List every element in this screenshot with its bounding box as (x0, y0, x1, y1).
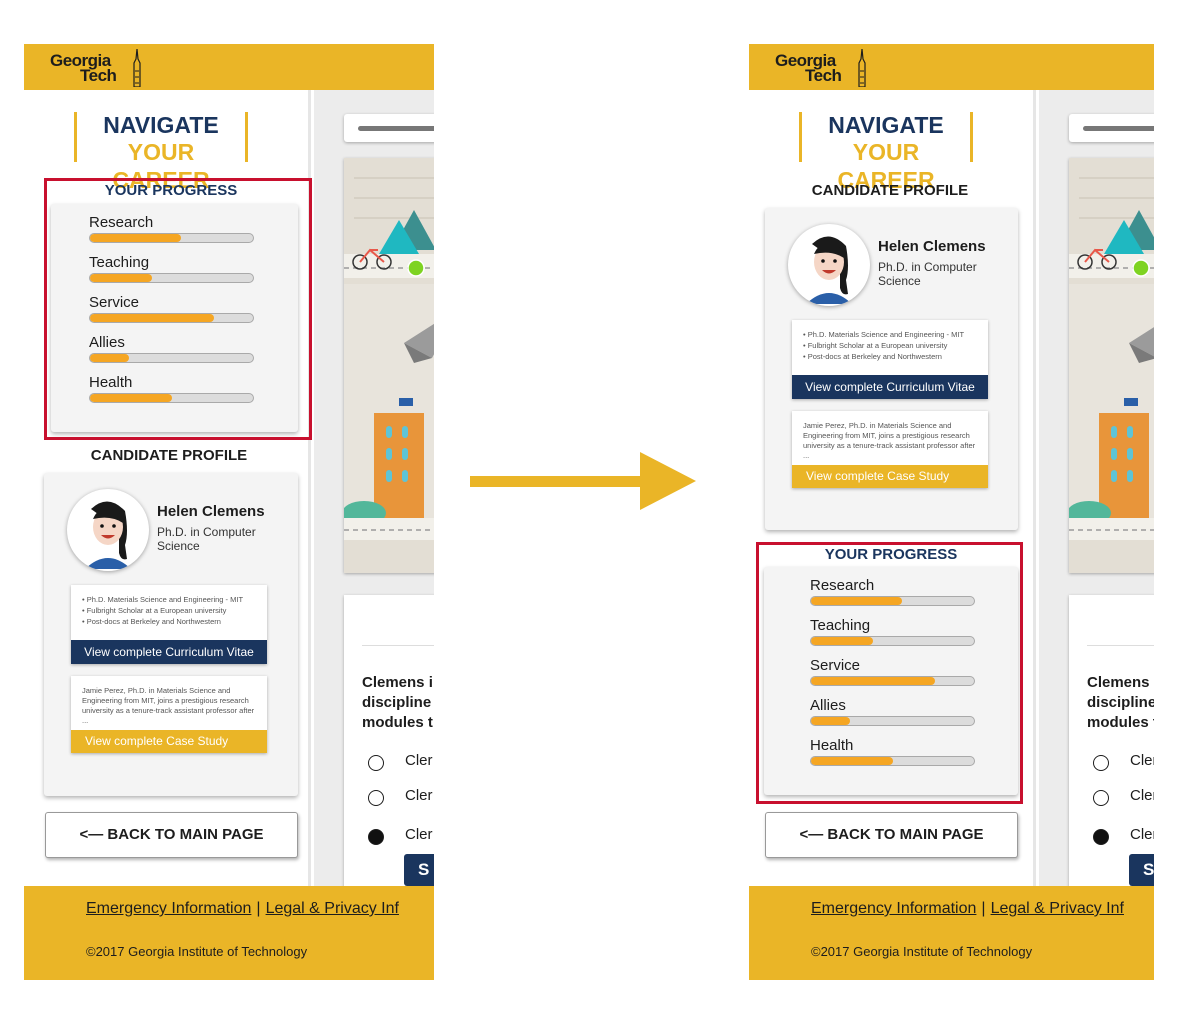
emergency-information-link[interactable]: Emergency Information (86, 900, 251, 917)
question-line: Clemens i (1087, 674, 1154, 691)
footer-links: Emergency Information | Legal & Privacy In… (86, 900, 399, 918)
view-case-study-button[interactable]: View complete Case Study (792, 465, 988, 488)
layout-before: Georgia Tech NAVIGATE YOUR CAREER YOUR P… (24, 44, 434, 980)
search-bar (1083, 126, 1154, 131)
candidate-name: Helen Clemens (157, 503, 265, 520)
cv-bullet: • Ph.D. Materials Science and Engineerin… (803, 330, 965, 339)
page-title: NAVIGATE YOUR CAREER (799, 112, 973, 193)
footer-separator: | (256, 900, 261, 917)
profile-section-title: CANDIDATE PROFILE (811, 182, 969, 199)
question-text: Clemens i discipline modules t (362, 673, 434, 733)
footer-links: Emergency Information | Legal & Privacy In… (811, 900, 1124, 918)
case-study-card: Jamie Perez, Ph.D. in Materials Science … (792, 411, 988, 488)
cv-card: • Ph.D. Materials Science and Engineerin… (71, 585, 267, 664)
copyright: ©2017 Georgia Institute of Technology (811, 944, 1033, 959)
site-header: Georgia Tech (24, 44, 434, 90)
logo-text-tech: Tech (80, 66, 117, 85)
legal-privacy-link[interactable]: Legal & Privacy Inf (266, 900, 399, 917)
search-box[interactable] (1069, 114, 1154, 142)
question-line: modules t (1087, 714, 1154, 731)
sidebar: NAVIGATE YOUR CAREER YOUR PROGRESS Resea… (24, 90, 312, 886)
title-navigate: NAVIGATE (103, 112, 219, 138)
career-path-illustration (344, 158, 434, 573)
profile-section-title: CANDIDATE PROFILE (90, 447, 248, 464)
georgia-tech-logo[interactable]: Georgia Tech (771, 49, 871, 87)
tech-tower-icon (133, 49, 141, 87)
option-label-3: Cler (405, 826, 433, 843)
case-study-summary: Jamie Perez, Ph.D. in Materials Science … (82, 686, 255, 725)
logo-text-tech: Tech (805, 66, 842, 85)
option-radio-1[interactable] (1093, 755, 1109, 771)
candidate-degree: Ph.D. in Computer Science (878, 260, 977, 288)
question-card: Clemens i discipline modules t Cler Cler… (344, 595, 434, 895)
view-case-study-button[interactable]: View complete Case Study (71, 730, 267, 753)
sidebar: NAVIGATE YOUR CAREER CANDIDATE PROFILE H… (749, 90, 1036, 886)
search-box[interactable] (344, 114, 434, 142)
cv-bullet: • Ph.D. Materials Science and Engineerin… (82, 595, 244, 604)
main-content: Clemens i discipline modules t Cler Cler… (1039, 90, 1154, 895)
site-footer: Emergency Information | Legal & Privacy In… (749, 886, 1154, 980)
submit-button[interactable]: S (1129, 854, 1154, 886)
candidate-name: Helen Clemens (878, 238, 986, 255)
cv-card: • Ph.D. Materials Science and Engineerin… (792, 320, 988, 399)
cv-bullets: • Ph.D. Materials Science and Engineerin… (71, 585, 267, 640)
cv-bullets: • Ph.D. Materials Science and Engineerin… (792, 320, 988, 375)
back-to-main-button[interactable]: <— BACK TO MAIN PAGE (45, 812, 298, 858)
question-text: Clemens i discipline modules t (1087, 673, 1154, 733)
divider (362, 645, 434, 646)
copyright: ©2017 Georgia Institute of Technology (86, 944, 308, 959)
option-label-1: Cler (405, 752, 433, 769)
option-radio-1[interactable] (368, 755, 384, 771)
question-card: Clemens i discipline modules t Cler Cler… (1069, 595, 1154, 895)
career-path-illustration (1069, 158, 1154, 573)
view-cv-button[interactable]: View complete Curriculum Vitae (71, 640, 267, 664)
view-cv-button[interactable]: View complete Curriculum Vitae (792, 375, 988, 399)
transition-arrow-icon (470, 452, 696, 510)
candidate-card: Helen Clemens Ph.D. in Computer Science … (44, 473, 298, 796)
cv-bullet: • Post-docs at Berkeley and Northwestern (82, 617, 221, 626)
search-bar (358, 126, 434, 131)
layout-after: Georgia Tech NAVIGATE YOUR CAREER CANDID… (749, 44, 1154, 980)
option-radio-2[interactable] (1093, 790, 1109, 806)
question-line: discipline (1087, 694, 1154, 711)
question-line: Clemens i (362, 674, 433, 691)
option-radio-3-selected[interactable] (368, 829, 384, 845)
case-study-summary: Jamie Perez, Ph.D. in Materials Science … (803, 421, 976, 460)
cv-bullet: • Fulbright Scholar at a European univer… (803, 341, 948, 350)
option-label-3: Cler (1130, 826, 1154, 843)
candidate-avatar (788, 224, 870, 306)
page-title: NAVIGATE YOUR CAREER (74, 112, 248, 193)
back-to-main-button[interactable]: <— BACK TO MAIN PAGE (765, 812, 1018, 858)
option-radio-2[interactable] (368, 790, 384, 806)
progress-highlight-box (44, 178, 312, 440)
emergency-information-link[interactable]: Emergency Information (811, 900, 976, 917)
candidate-degree: Ph.D. in Computer Science (157, 525, 256, 553)
cv-bullet: • Post-docs at Berkeley and Northwestern (803, 352, 942, 361)
helen-portrait-icon (806, 236, 852, 304)
candidate-card: Helen Clemens Ph.D. in Computer Science … (765, 208, 1018, 530)
option-radio-3-selected[interactable] (1093, 829, 1109, 845)
cv-bullet: • Fulbright Scholar at a European univer… (82, 606, 227, 615)
option-label-1: Cler (1130, 752, 1154, 769)
tech-tower-icon (858, 49, 866, 87)
submit-button[interactable]: S (404, 854, 434, 886)
legal-privacy-link[interactable]: Legal & Privacy Inf (991, 900, 1124, 917)
question-line: modules t (362, 714, 433, 731)
progress-highlight-box (756, 542, 1023, 804)
option-label-2: Cler (405, 787, 433, 804)
main-content: Clemens i discipline modules t Cler Cler… (314, 90, 434, 895)
candidate-avatar (67, 489, 149, 571)
footer-separator: | (981, 900, 986, 917)
title-navigate: NAVIGATE (828, 112, 944, 138)
helen-portrait-icon (85, 501, 131, 569)
divider (1087, 645, 1154, 646)
illustration (344, 158, 434, 573)
case-study-card: Jamie Perez, Ph.D. in Materials Science … (71, 676, 267, 753)
question-line: discipline (362, 694, 432, 711)
georgia-tech-logo[interactable]: Georgia Tech (46, 49, 146, 87)
site-footer: Emergency Information | Legal & Privacy In… (24, 886, 434, 980)
option-label-2: Cler (1130, 787, 1154, 804)
site-header: Georgia Tech (749, 44, 1154, 90)
illustration (1069, 158, 1154, 573)
